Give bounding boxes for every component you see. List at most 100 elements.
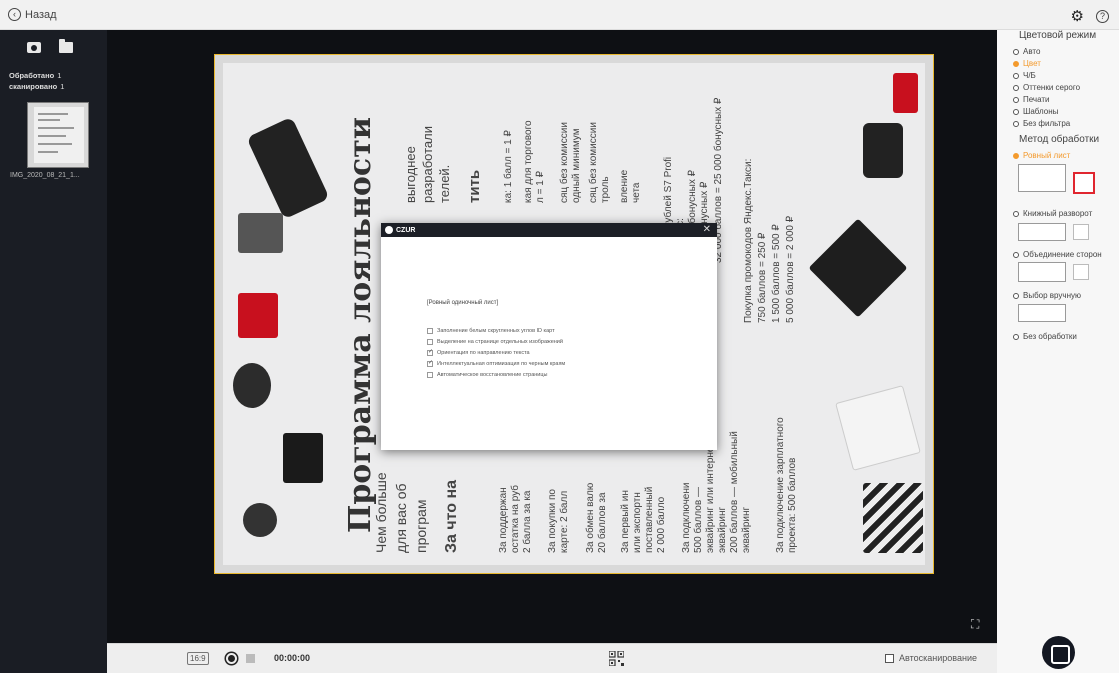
doc-bottom-1: остатка на руб [510,484,521,553]
notebook-image [283,433,323,483]
gear-icon[interactable]: ⚙ [1071,7,1084,25]
radio[interactable] [1013,152,1019,159]
flat-sheet-mode-icon[interactable] [1018,164,1066,192]
doc-block-2: телей. [437,164,452,203]
doc-block-7: сяц без комиссии [559,122,570,203]
dialog-option-4[interactable]: Автоматическое восстановление страницы [427,372,547,378]
processed-count: 1 [57,71,62,80]
dialog-option-1[interactable]: Выделение на странице отдельных изображе… [427,339,563,345]
dialog-option-0[interactable]: Заполнение белым скругленных углов ID ка… [427,328,555,334]
qr-code-icon[interactable] [609,651,624,666]
doc-intro-2: для вас об [393,483,409,553]
radio-label: Без обработки [1023,332,1077,341]
record-button[interactable] [226,653,237,664]
color-mode-color[interactable]: Цвет [1013,59,1041,68]
radio-label: Цвет [1023,59,1041,68]
doc-block-9: сяц без комиссии [588,122,599,203]
zigzag-image [863,483,923,553]
doc-bottom-3: За покупки по [547,489,558,553]
radio-label: Авто [1023,47,1041,56]
notepad-image [835,385,921,471]
radio-label: Печати [1023,95,1050,104]
folder-icon[interactable] [59,39,73,53]
method-flat-sheet[interactable]: Ровный лист [1013,151,1070,160]
phone-image [246,116,330,220]
radio[interactable] [1013,108,1019,115]
back-button[interactable]: ‹ Назад [8,8,57,21]
stop-button[interactable] [246,654,255,663]
color-mode-heading: Цветовой режим [1019,30,1097,41]
radio[interactable] [1013,96,1019,103]
doc-bottom-6: 20 баллов за [597,492,608,553]
color-mode-auto[interactable]: Авто [1013,47,1040,56]
radio-label: Без фильтра [1023,119,1071,128]
color-mode-grayscale[interactable]: Оттенки серого [1013,83,1080,92]
radio[interactable] [1013,120,1019,127]
scan-button[interactable] [1042,636,1075,669]
color-mode-bw[interactable]: Ч/Б [1013,71,1036,80]
method-book-spread[interactable]: Книжный разворот [1013,209,1092,218]
flat-sheet-settings-icon[interactable] [1073,172,1095,194]
doc-block-5: кая для торгового [523,120,534,203]
doc-intro-1: Чем больше [373,472,389,553]
doc-bottom-9: поставленный [644,486,655,553]
doc-block-12: чета [631,182,642,203]
method-merge-sides[interactable]: Объединение сторон [1013,250,1102,259]
method-manual-select[interactable]: Выбор вручную [1013,291,1081,300]
radio-label: Объединение сторон [1023,250,1102,259]
checkbox[interactable] [427,348,433,356]
doc-block-4: ка: 1 балл = 1 ₽ [503,130,514,203]
doc-bottom-0: За поддержан [498,487,509,553]
document-title: Программа лояльности [343,116,378,533]
checkbox[interactable] [427,339,433,345]
question-icon[interactable]: ? [1096,9,1109,23]
book-spread-mode-icon[interactable] [1018,223,1066,241]
bottom-toolbar: 16:9 00:00:00 Автосканирование [107,643,997,673]
cup-image [893,73,918,113]
doc-block-1: разработали [420,125,435,203]
sunglasses-image [233,363,271,408]
watch-image [863,123,903,178]
manual-select-mode-icon[interactable] [1018,304,1066,322]
back-label: Назад [25,8,57,21]
option-label: Заполнение белым скругленных углов ID ка… [437,328,555,334]
radio[interactable] [1013,84,1019,91]
radio-label: Оттенки серого [1023,83,1081,92]
dialog-brand: CZUR [396,226,416,234]
merge-sides-mode-icon[interactable] [1018,262,1066,282]
merge-sides-settings-icon[interactable] [1073,264,1089,280]
color-mode-templates[interactable]: Шаблоны [1013,107,1058,116]
radio-label: Ровный лист [1023,151,1071,160]
method-no-processing[interactable]: Без обработки [1013,332,1077,341]
camera-icon[interactable] [27,42,41,53]
color-mode-no-filter[interactable]: Без фильтра [1013,119,1070,128]
radio[interactable] [1013,292,1019,299]
doc-bottom-16: эквайринг [741,506,752,553]
radio[interactable] [1013,333,1019,340]
dialog-option-3[interactable]: Интеллектуальная оптимизация по черным к… [427,359,565,367]
radio-label: Ч/Б [1023,71,1036,80]
color-mode-stamps[interactable]: Печати [1013,95,1050,104]
processing-options-dialog: CZUR ✕ [Ровный одиночный лист] Заполнени… [381,223,717,450]
auto-scan-toggle[interactable]: Автосканирование [885,653,977,663]
doc-bottom-11: За подключени [681,482,692,553]
wallet-image [238,213,283,253]
radio[interactable] [1013,210,1019,217]
close-icon[interactable]: ✕ [703,224,711,235]
radio[interactable] [1013,251,1019,258]
radio[interactable] [1013,60,1019,67]
scan-thumbnail[interactable] [27,102,89,168]
book-spread-settings-icon[interactable] [1073,224,1089,240]
aspect-ratio-button[interactable]: 16:9 [187,652,209,665]
fullscreen-icon[interactable]: ⛶ [971,617,985,631]
checkbox[interactable] [427,359,433,367]
doc-intro-3: програм [413,499,429,553]
radio[interactable] [1013,72,1019,79]
checkbox[interactable] [427,372,433,378]
radio-label: Шаблоны [1023,107,1059,116]
auto-scan-checkbox[interactable] [885,653,895,663]
checkbox[interactable] [427,328,433,334]
radio[interactable] [1013,48,1019,55]
method-heading: Метод обработки [1019,134,1100,145]
dialog-option-2[interactable]: Ориентация по направлению текста [427,348,530,356]
